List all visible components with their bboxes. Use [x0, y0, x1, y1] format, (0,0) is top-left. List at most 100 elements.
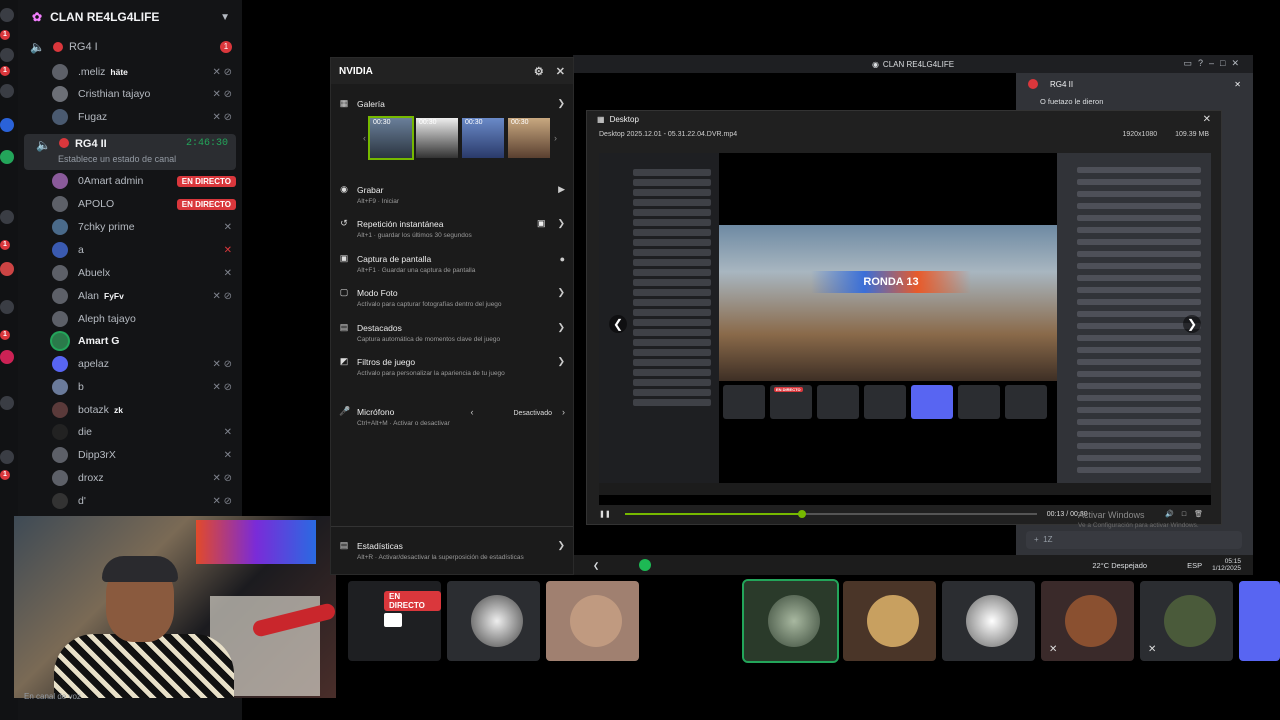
- chevron-right-icon: ❯: [557, 287, 565, 297]
- voice-member[interactable]: apelaz ✕ ⊘: [52, 353, 242, 375]
- gallery-row[interactable]: ▦ Galería ❯: [339, 98, 565, 109]
- voice-member[interactable]: Fugaz ✕ ⊘: [52, 106, 242, 128]
- channel-status[interactable]: Establece un estado de canal: [58, 154, 176, 164]
- server-icon[interactable]: [0, 350, 14, 364]
- voice-member[interactable]: botazk zk: [52, 399, 242, 421]
- recorded-taskbar: [599, 483, 1211, 495]
- spotify-icon[interactable]: [639, 559, 652, 571]
- voice-member[interactable]: Aleph tajayo: [52, 308, 242, 330]
- gear-icon[interactable]: ⚙: [534, 65, 544, 78]
- voice-member[interactable]: .meliz häte ✕ ⊘: [52, 61, 242, 83]
- voice-member[interactable]: 0Amart admin EN DIRECTO: [52, 170, 242, 192]
- progress-track[interactable]: [624, 510, 1037, 518]
- screen-share-icon: [384, 613, 402, 627]
- server-icon[interactable]: [0, 8, 14, 22]
- server-icon[interactable]: [0, 210, 14, 224]
- close-icon[interactable]: ✕: [1203, 114, 1211, 125]
- microphone-icon: 🎤: [339, 406, 351, 416]
- voice-member[interactable]: Abuelx ✕: [52, 262, 242, 284]
- game-filters-row[interactable]: ◩ Filtros de juego ❯ Actívalo para perso…: [339, 356, 565, 377]
- voice-member[interactable]: d' ✕ ⊘: [52, 490, 242, 512]
- statistics-sub: Alt+R · Activar/desactivar la superposic…: [357, 554, 524, 561]
- player-extra-icons[interactable]: 🔊□🗑: [1165, 510, 1211, 518]
- language-indicator[interactable]: ESP: [1187, 561, 1202, 570]
- server-header[interactable]: ✿ CLAN RE4LG4LIFE ▼: [18, 0, 242, 34]
- weather-widget[interactable]: 22°C Despejado: [1092, 561, 1147, 570]
- thumb-duration: 00:30: [511, 119, 529, 126]
- photo-mode-row[interactable]: ▢ Modo Foto ❯ Actívalo para capturar fot…: [339, 287, 565, 308]
- avatar: [52, 333, 68, 349]
- participant-tile[interactable]: [843, 581, 936, 661]
- player-titlebar: ▦ Desktop ✕: [587, 111, 1221, 127]
- voice-member[interactable]: b ✕ ⊘: [52, 376, 242, 398]
- voice-member[interactable]: droxz ✕ ⊘: [52, 467, 242, 489]
- chevron-right-icon[interactable]: ❯: [1183, 315, 1201, 333]
- server-icon[interactable]: [0, 396, 14, 410]
- voice-member[interactable]: die ✕: [52, 421, 242, 443]
- microphone-row[interactable]: 🎤 Micrófono Desactivado › Ctrl+Alt+M · A…: [339, 406, 565, 427]
- chevron-right-icon[interactable]: ›: [554, 133, 557, 143]
- windows-taskbar: ❮ 22°C Despejado ESP 05:15 1/12/2025: [573, 555, 1253, 575]
- member-name: Dipp3rX: [78, 449, 116, 461]
- muted-icon: ✕: [1148, 644, 1157, 655]
- voice-member[interactable]: Amart G: [52, 330, 242, 352]
- chevron-left-icon[interactable]: ‹: [363, 133, 366, 143]
- voice-channel-rg4i[interactable]: 🔈 RG4 I 1: [18, 36, 242, 58]
- mention-badge: 1: [220, 41, 232, 53]
- chevron-right-icon[interactable]: ›: [562, 407, 565, 417]
- file-size: 109.39 MB: [1175, 130, 1209, 138]
- gallery-thumbnail[interactable]: 00:30: [462, 118, 504, 158]
- server-icon[interactable]: [0, 150, 14, 164]
- record-row[interactable]: ◉ Grabar ▶ Alt+F9 · Iniciar: [339, 184, 565, 205]
- server-icon[interactable]: [0, 118, 14, 132]
- close-icon[interactable]: ✕: [1234, 80, 1241, 89]
- statistics-row[interactable]: ▤ Estadísticas ❯ Alt+R · Activar/desacti…: [339, 540, 565, 561]
- voice-member[interactable]: Dipp3rX ✕: [52, 444, 242, 466]
- avatar: [1065, 595, 1117, 647]
- participant-tile[interactable]: [942, 581, 1035, 661]
- voice-member[interactable]: Cristhian tajayo ✕ ⊘: [52, 83, 242, 105]
- chevron-down-icon[interactable]: ▼: [220, 12, 230, 23]
- participant-tile[interactable]: [1239, 581, 1280, 661]
- participant-tile[interactable]: [546, 581, 639, 661]
- voice-member[interactable]: a ✕: [52, 239, 242, 261]
- video-frame[interactable]: RONDA 13 EN DIRECTO ❮ ❯: [599, 153, 1211, 505]
- highlights-row[interactable]: ▤ Destacados ❯ Captura automática de mom…: [339, 322, 565, 343]
- participant-tile[interactable]: ✕: [1140, 581, 1233, 661]
- instant-replay-row[interactable]: ↺ Repetición instantánea ▣ ❯ Alt+1 · gua…: [339, 218, 565, 239]
- server-icon[interactable]: [0, 84, 14, 98]
- pause-icon[interactable]: ❚❚: [599, 510, 611, 518]
- save-icon[interactable]: ▣: [537, 218, 546, 229]
- participant-tile[interactable]: [447, 581, 540, 661]
- highlights-sub: Captura automática de momentos clave del…: [357, 336, 501, 343]
- highlights-title: Destacados: [357, 322, 402, 333]
- photo-mode-title: Modo Foto: [357, 287, 398, 298]
- microphone-state[interactable]: Desactivado: [470, 407, 552, 417]
- back-arrow-icon[interactable]: ❮: [593, 561, 599, 570]
- chevron-left-icon[interactable]: ❮: [609, 315, 627, 333]
- screenshot-row[interactable]: ▣ Captura de pantalla ● Alt+F1 · Guardar…: [339, 253, 565, 274]
- recorded-card: [723, 385, 765, 419]
- participant-tile[interactable]: EN DIRECTO: [348, 581, 441, 661]
- avatar: [52, 86, 68, 102]
- message-input[interactable]: + 1Z: [1026, 531, 1242, 549]
- server-icon[interactable]: [0, 48, 14, 62]
- gallery-thumbnail[interactable]: 00:30: [508, 118, 550, 158]
- progress-handle[interactable]: [797, 510, 806, 518]
- server-icon[interactable]: [0, 300, 14, 314]
- voice-member[interactable]: APOLO EN DIRECTO: [52, 193, 242, 215]
- gallery-thumbnail[interactable]: 00:30: [416, 118, 458, 158]
- voice-channel-rg4ii[interactable]: 🔈 RG4 II 2:46:30 Establece un estado de …: [24, 134, 236, 170]
- close-icon[interactable]: ✕: [556, 65, 565, 78]
- server-icon[interactable]: [0, 262, 14, 276]
- gallery-thumbnail[interactable]: 00:30: [368, 116, 414, 160]
- server-icon[interactable]: [0, 450, 14, 464]
- gallery-label: Galería: [357, 98, 385, 109]
- voice-member[interactable]: Alan FyFv ✕ ⊘: [52, 285, 242, 307]
- participant-tile[interactable]: ✕: [1041, 581, 1134, 661]
- voice-member[interactable]: 7chky prime ✕: [52, 216, 242, 238]
- chevron-right-icon: ❯: [557, 540, 565, 550]
- participant-tile[interactable]: [742, 579, 839, 663]
- window-controls-icon[interactable]: ▭?–□✕: [1184, 58, 1246, 69]
- taskbar-clock[interactable]: 05:15 1/12/2025: [1212, 558, 1241, 572]
